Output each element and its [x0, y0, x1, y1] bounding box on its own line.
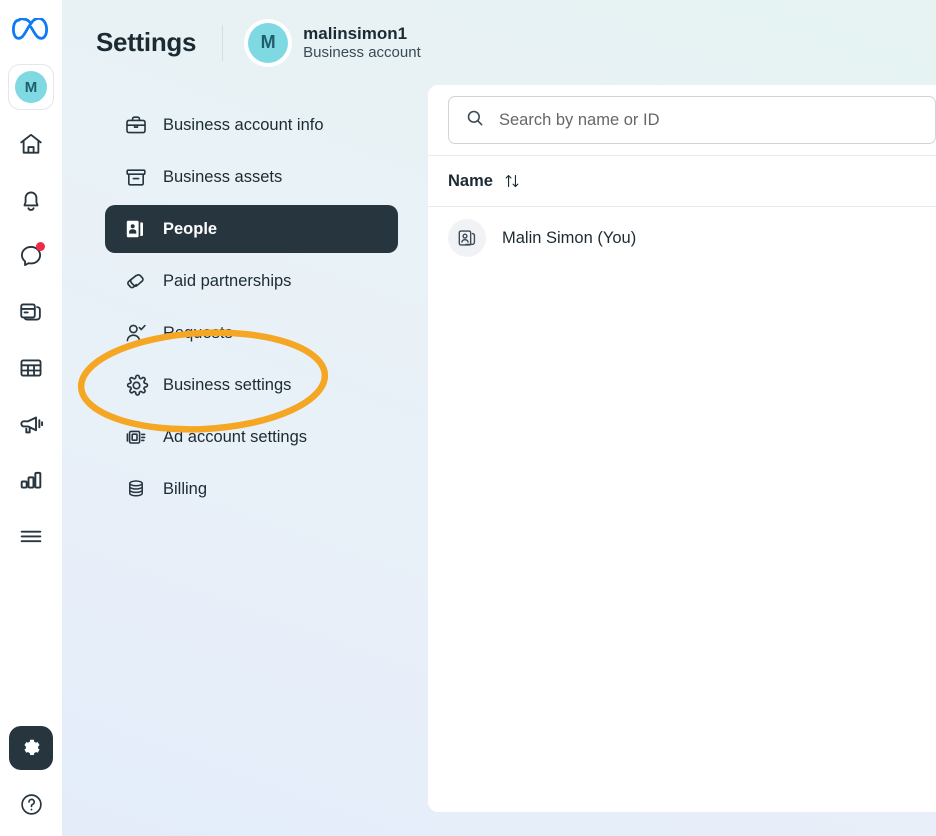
posts-icon[interactable] [9, 290, 53, 334]
chat-bubble-icon[interactable] [9, 234, 53, 278]
user-check-icon [123, 320, 149, 346]
briefcase-icon [123, 112, 149, 138]
sidebar-item-ad-account-settings[interactable]: Ad account settings [105, 413, 445, 461]
gear-icon[interactable] [9, 726, 53, 770]
sidebar-item-label: Requests [163, 323, 233, 342]
handshake-icon [123, 268, 149, 294]
sidebar-item-label: Business settings [163, 375, 292, 394]
megaphone-icon[interactable] [9, 402, 53, 446]
account-name: malinsimon1 [303, 23, 408, 43]
help-circle-icon[interactable] [11, 784, 51, 824]
sidebar-item-billing[interactable]: Billing [105, 465, 445, 513]
coins-icon [123, 476, 149, 502]
archive-box-icon [123, 164, 149, 190]
settings-nav: Business account info Business assets Pe… [62, 85, 445, 836]
sidebar-item-label: People [163, 219, 218, 238]
sidebar-item-label: Billing [163, 479, 208, 498]
table-icon[interactable] [9, 346, 53, 390]
search-icon [465, 108, 485, 133]
ad-account-icon [123, 424, 149, 450]
hamburger-icon[interactable] [9, 514, 53, 558]
sort-updown-icon[interactable] [503, 172, 521, 190]
header-divider [222, 24, 224, 61]
home-icon[interactable] [9, 122, 53, 166]
sidebar-item-label: Paid partnerships [163, 271, 292, 290]
table-row-label: Malin Simon (You) [502, 228, 637, 247]
account-subtitle: Business account [303, 43, 421, 61]
bell-icon[interactable] [9, 178, 53, 222]
account-info: malinsimon1 Business account [303, 23, 421, 63]
unread-badge-dot [36, 242, 45, 251]
id-card-icon [448, 219, 486, 257]
rail-avatar-initial: M [15, 71, 47, 103]
sidebar-item-paid-partnerships[interactable]: Paid partnerships [105, 257, 398, 305]
table-header: Name [428, 155, 936, 207]
sidebar-item-label: Ad account settings [163, 427, 308, 446]
bar-chart-icon[interactable] [9, 458, 53, 502]
people-panel: Name Malin Simon (You) [428, 85, 936, 812]
sidebar-item-business-settings[interactable]: Business settings [105, 361, 445, 409]
sidebar-item-business-account-info[interactable]: Business account info [105, 101, 398, 149]
page-title: Settings [96, 27, 197, 57]
search-row [428, 85, 936, 155]
icon-rail: M [0, 0, 62, 836]
search-input[interactable] [499, 110, 919, 130]
gear-icon [123, 372, 149, 398]
sidebar-item-label: Business assets [163, 167, 283, 186]
id-badge-icon [123, 216, 149, 242]
column-header-name: Name [448, 171, 493, 190]
sidebar-item-business-assets[interactable]: Business assets [105, 153, 398, 201]
search-box[interactable] [448, 96, 936, 144]
meta-logo-icon[interactable] [11, 14, 51, 48]
sidebar-item-people[interactable]: People [105, 205, 398, 253]
sidebar-item-requests[interactable]: Requests [105, 309, 398, 357]
page-header: Settings M malinsimon1 Business account [62, 0, 936, 85]
account-avatar[interactable]: M [245, 19, 292, 66]
account-avatar-initial: M [248, 22, 289, 63]
table-row[interactable]: Malin Simon (You) [428, 207, 936, 269]
rail-avatar[interactable]: M [8, 64, 54, 110]
sidebar-item-label: Business account info [163, 115, 324, 134]
